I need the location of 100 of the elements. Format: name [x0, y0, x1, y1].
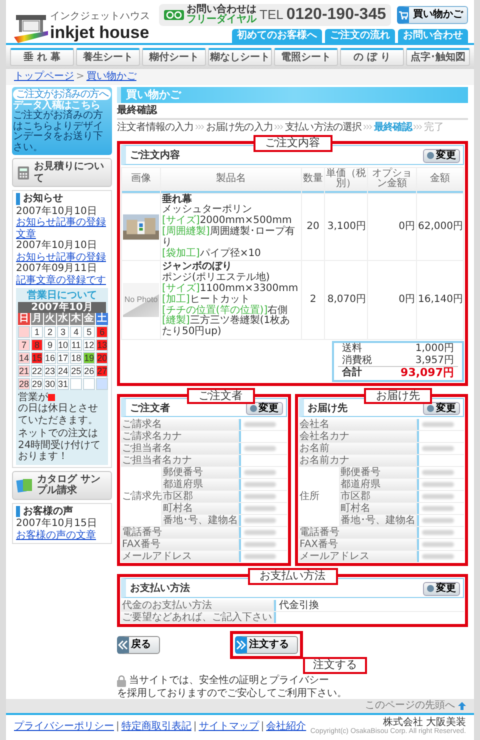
total-value: 3,957円 — [415, 354, 454, 366]
table-cell: 20 — [302, 194, 324, 260]
change-button[interactable]: 変更 — [423, 402, 460, 416]
calendar-day: 28 — [18, 378, 30, 390]
no-photo-image: No Photo — [123, 283, 159, 318]
estimate-banner[interactable]: お見積りについて — [12, 158, 112, 187]
calendar-day: 13 — [96, 338, 108, 350]
field-label: ご担当者名カナ — [121, 455, 238, 466]
banner-title: お見積りについて — [34, 161, 105, 184]
breadcrumb-link[interactable]: トップページ — [14, 71, 74, 82]
product-material: ポンジ(ポリエステル地) — [162, 273, 271, 284]
field-label: 電話番号 — [121, 527, 238, 538]
news-link[interactable]: 記事文章の登録です — [16, 274, 108, 286]
double-chevron-right-icon — [236, 640, 246, 650]
order-button[interactable]: 注文する — [235, 636, 298, 654]
calculator-icon — [16, 164, 31, 180]
banner-title: データ入稿はこちら — [13, 100, 100, 110]
category-tab[interactable]: 養生シート — [76, 48, 140, 66]
footer-link[interactable]: サイトマップ — [198, 720, 259, 732]
total-label: 送料 — [342, 343, 362, 354]
section-title: ご注文内容 — [130, 150, 180, 162]
product-material: メッシュターポリン — [162, 205, 253, 216]
weekday-label: 日 — [18, 313, 30, 324]
product-option: [周囲縫製]周囲縫製･ロープ有り — [162, 227, 300, 249]
calendar-day: 5 — [83, 326, 96, 338]
field-label: 会社名 — [298, 419, 416, 430]
calendar-day: 8 — [31, 338, 44, 350]
change-button[interactable]: 変更 — [246, 402, 282, 416]
news-link[interactable]: お知らせ記事の登録 — [16, 252, 108, 263]
chevrons-icon — [413, 124, 424, 130]
voice-link[interactable]: お客様の声の文章 — [16, 530, 108, 541]
total-value: 1,000円 — [415, 343, 454, 354]
category-tab[interactable]: 糊付シート — [142, 48, 206, 66]
printer-logo-icon — [14, 12, 48, 42]
cart-button[interactable]: 買い物かご — [397, 6, 468, 24]
blurred-value — [244, 542, 276, 548]
field-label: 郵便番号 — [340, 467, 416, 478]
calendar-title: 営業日について — [26, 290, 98, 302]
category-tab[interactable]: 点字･触知図 — [406, 48, 470, 66]
field-label: 町村名 — [340, 503, 416, 514]
field-label: 町村名 — [162, 503, 238, 514]
calendar-day: 23 — [44, 364, 56, 376]
category-tab[interactable]: 垂 れ 幕 — [10, 48, 74, 66]
blurred-value — [244, 482, 276, 488]
field-label: 都道府県 — [340, 479, 416, 490]
footer-link[interactable]: 特定商取引表記 — [121, 720, 192, 732]
category-tab[interactable]: の ぼ り — [340, 48, 404, 66]
change-button[interactable]: 変更 — [423, 582, 460, 596]
field-label: メールアドレス — [121, 551, 238, 562]
upload-banner[interactable]: ご注文がお済みの方へ データ入稿はこちら ご注文がお済みの方はこちらよりデザインデータをお送り下さい。 — [12, 86, 112, 155]
field-label: 都道府県 — [162, 479, 238, 490]
news-date: 2007年09月11日 — [16, 263, 98, 274]
column-header: 画像 — [122, 168, 160, 193]
section-title: お支払い方法 — [130, 583, 190, 595]
calendar-note: の日は休日とさせていただきます。 — [18, 403, 99, 426]
blurred-value — [244, 518, 276, 524]
category-tab[interactable]: 糊なしシート — [208, 48, 272, 66]
blurred-value — [244, 494, 276, 500]
progress-step: 完了 — [424, 122, 444, 134]
breadcrumb-link[interactable]: 買い物かご — [86, 71, 136, 82]
blurred-value — [244, 554, 276, 560]
catalog-banner[interactable]: カタログ サンプル請求 — [12, 470, 112, 500]
news-link[interactable]: お知らせ記事の登録文章 — [16, 217, 108, 240]
column-header: 金額 — [417, 168, 463, 193]
weekday-label: 土 — [96, 313, 108, 324]
calendar-month: 2007年10月 — [18, 302, 106, 313]
banner-kicker: ご注文がお済みの方へ — [13, 88, 111, 100]
freedial-icon — [164, 10, 184, 20]
contact-label: お問い合わせは — [186, 5, 257, 15]
annotation-label: お届け先 — [364, 388, 432, 404]
calendar-day: 15 — [31, 352, 44, 364]
change-button[interactable]: 変更 — [423, 149, 460, 163]
progress-step: お届け先の入力 — [206, 122, 274, 134]
banner-title: カタログ サンプル請求 — [37, 474, 102, 496]
back-button[interactable]: 戻る — [117, 636, 160, 654]
tel-label: TEL — [260, 8, 284, 22]
field-label: FAX番号 — [298, 539, 416, 550]
cart-icon — [398, 10, 408, 20]
footer-link[interactable]: 会社紹介 — [266, 720, 306, 732]
field-label: FAX番号 — [121, 539, 238, 550]
link-separator: | — [116, 720, 120, 732]
product-option: [サイズ]1100mm×3300mm — [162, 284, 300, 295]
blurred-value — [422, 494, 454, 500]
calendar-note: 営業が — [18, 392, 48, 403]
calendar-day: 10 — [57, 338, 70, 350]
calendar-day: 18 — [70, 352, 82, 364]
calendar-day: 27 — [96, 364, 108, 376]
page-top-link[interactable]: このページの先頭へ — [365, 700, 455, 712]
field-label: 電話番号 — [298, 527, 416, 538]
security-text: 当サイトでは、安全性の証明とプライバシー — [129, 674, 329, 686]
calendar-day: 20 — [96, 352, 108, 364]
footer-link[interactable]: プライバシーポリシー — [14, 720, 114, 732]
field-label: 番地･号、建物名 — [340, 515, 416, 526]
category-tab[interactable]: 電照シート — [274, 48, 338, 66]
panel-heading: お知らせ — [16, 193, 108, 204]
field-label: ご担当者名 — [121, 443, 238, 454]
table-cell: 16,140円 — [417, 261, 463, 339]
field-label: ご請求先 — [121, 467, 161, 526]
logo-tagline: インクジェットハウス — [50, 11, 150, 23]
company-name: 株式会社 大阪美装 — [382, 716, 466, 728]
